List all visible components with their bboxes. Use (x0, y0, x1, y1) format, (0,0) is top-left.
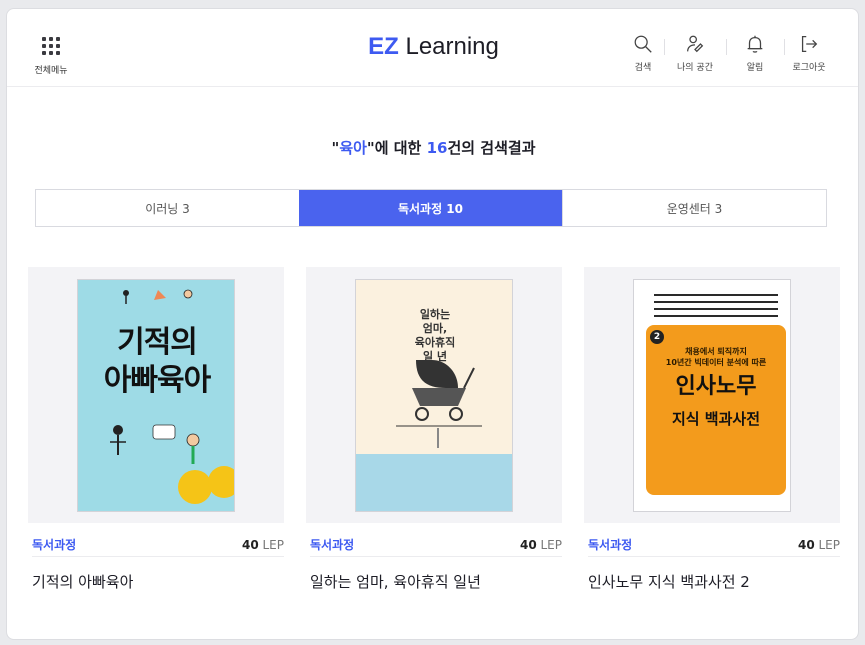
lep-value: 40 (797, 537, 815, 552)
header-tools: 검색 나의 공간 알림 로그아웃 (622, 33, 834, 73)
cover-title-line1: 기적의 (117, 325, 198, 360)
cover-title-2: 지식 백과사전 (671, 410, 761, 428)
lep-unit: LEP (258, 537, 284, 552)
cover-volume-number: 2 (650, 330, 664, 344)
logo-prefix: EZ (368, 33, 399, 60)
cover-title: 기적의 아빠육아 (78, 324, 234, 400)
cover-illustration (123, 289, 193, 304)
cover-badge (208, 466, 234, 498)
card-title[interactable]: 기적의 아빠육아 (32, 571, 133, 592)
cover-illustration-family (110, 424, 200, 464)
search-icon (634, 35, 652, 53)
notification-label: 알림 (746, 63, 764, 73)
course-card[interactable]: 기적의 아빠육아 독서과정 40 LEP 기적의 아빠육아 (28, 267, 284, 597)
cover-title: 인사노무 (675, 374, 757, 399)
card-cover-area: 2 채용에서 퇴직까지 10년간 빅데이터 분석에 따른 인사노무 지식 백과사전 (584, 267, 840, 523)
card-meta: 독서과정 40 LEP (32, 533, 284, 557)
pencil-user-icon (687, 35, 704, 53)
result-count: 16 (426, 139, 448, 157)
cover-subtitle-line2: 10년간 빅데이터 분석에 따른 (665, 358, 767, 367)
cover-badge (178, 470, 212, 504)
course-card[interactable]: 일하는 엄마, 육아휴직 일 년 독서과정 40 LEP 일하는 엄마, 육아휴직 일… (306, 267, 562, 597)
card-title[interactable]: 일하는 엄마, 육아휴직 일년 (310, 571, 481, 592)
card-category: 독서과정 (310, 538, 355, 552)
lep-unit: LEP (536, 537, 562, 552)
card-category: 독서과정 (588, 538, 633, 552)
cover-subtitle-line1: 채용에서 퇴직까지 (685, 347, 747, 356)
book-cover-image[interactable]: 기적의 아빠육아 (77, 279, 235, 512)
tab-operation-center[interactable]: 운영센터 3 (562, 190, 826, 226)
app-frame: 전체메뉴 EZ Learning 검색 나의 공간 알림 로그아웃 "육아"에 … (6, 8, 859, 640)
all-menu-label: 전체메뉴 (34, 66, 68, 76)
header: 전체메뉴 EZ Learning 검색 나의 공간 알림 로그아웃 (7, 9, 858, 87)
card-title[interactable]: 인사노무 지식 백과사전 2 (588, 571, 750, 592)
card-lep: 40 LEP (798, 538, 840, 552)
course-card[interactable]: 2 채용에서 퇴직까지 10년간 빅데이터 분석에 따른 인사노무 지식 백과사전… (584, 267, 840, 597)
cover-subtitle: 채용에서 퇴직까지 10년간 빅데이터 분석에 따른 (646, 346, 786, 368)
cover-title-line1: 일하는 (419, 308, 451, 321)
lep-value: 40 (519, 537, 537, 552)
cover-title-line2: 엄마, (422, 322, 448, 335)
search-label: 검색 (634, 63, 652, 73)
lep-value: 40 (241, 537, 259, 552)
card-lep: 40 LEP (242, 538, 284, 552)
card-category: 독서과정 (32, 538, 77, 552)
logout-button[interactable]: 로그아웃 (784, 33, 834, 73)
logo-text: Learning (398, 33, 499, 60)
tab-elearning[interactable]: 이러닝 3 (36, 190, 299, 226)
card-cover-area: 기적의 아빠육아 (28, 267, 284, 523)
my-space-button[interactable]: 나의 공간 (664, 33, 726, 73)
my-space-label: 나의 공간 (677, 63, 713, 73)
logout-label: 로그아웃 (792, 63, 826, 73)
card-cover-area: 일하는 엄마, 육아휴직 일 년 (306, 267, 562, 523)
cover-band (356, 454, 512, 511)
book-cover-image[interactable]: 2 채용에서 퇴직까지 10년간 빅데이터 분석에 따른 인사노무 지식 백과사전 (633, 279, 791, 512)
cover-lines (654, 294, 778, 322)
cover-title-line3: 육아휴직 (414, 336, 456, 349)
cover-title-line2: 아빠육아 (103, 363, 211, 398)
search-button[interactable]: 검색 (622, 33, 664, 73)
lep-unit: LEP (814, 537, 840, 552)
result-mid-text: "에 대한 (366, 139, 427, 157)
result-tabs: 이러닝 3 독서과정 10 운영센터 3 (35, 189, 827, 227)
tab-reading-course[interactable]: 독서과정 10 (299, 190, 562, 226)
bell-icon (747, 35, 763, 53)
card-lep: 40 LEP (520, 538, 562, 552)
notification-button[interactable]: 알림 (726, 33, 784, 73)
result-suffix: 건의 검색결과 (447, 139, 536, 157)
search-keyword: 육아 (339, 139, 367, 157)
book-cover-image[interactable]: 일하는 엄마, 육아휴직 일 년 (355, 279, 513, 512)
search-result-title: "육아"에 대한 16건의 검색결과 (7, 137, 858, 158)
card-meta: 독서과정 40 LEP (310, 533, 562, 557)
card-meta: 독서과정 40 LEP (588, 533, 840, 557)
logout-icon (801, 36, 818, 52)
stroller-illustration (396, 360, 482, 448)
